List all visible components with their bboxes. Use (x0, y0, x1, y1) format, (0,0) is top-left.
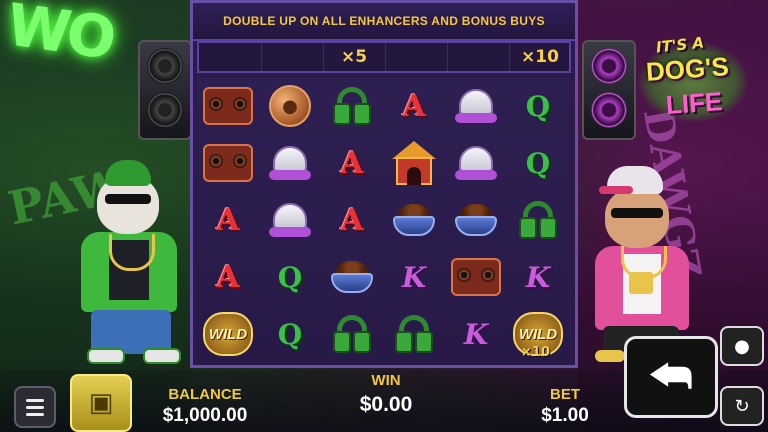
dog-bowl-symbol (327, 252, 377, 302)
multiplier-cell-reel3: ×5 (323, 43, 386, 71)
hamburger-icon (26, 398, 44, 402)
dog-bowl-symbol (451, 195, 501, 245)
coin-stack-icon: ● (734, 335, 750, 357)
logo-line2: DOG'S (645, 51, 730, 87)
headphones-symbol (389, 309, 439, 359)
multiplier-cell (261, 43, 324, 71)
letter-k-symbol: K (401, 260, 427, 294)
promo-banner-text: DOUBLE UP ON ALL ENHANCERS AND BONUS BUY… (223, 14, 545, 28)
multiplier-cell (447, 43, 510, 71)
bet-value[interactable]: $1.00 (520, 405, 610, 427)
letter-k-symbol: K (525, 260, 551, 294)
letter-k-symbol: K (463, 317, 489, 351)
letter-a-symbol: A (216, 202, 240, 238)
spin-arrow-icon: ⮪ (649, 349, 693, 403)
green-hoodie-dog-character (65, 150, 195, 365)
speaker-right (582, 40, 636, 140)
letter-a-symbol: A (340, 202, 364, 238)
wild-multiplier-badge: ×10 (521, 345, 550, 360)
doghouse-symbol (389, 138, 439, 188)
letter-q-symbol: Q (525, 89, 551, 123)
headphones-symbol (327, 309, 377, 359)
reel-grid[interactable]: A A WILD ● Q Q A A A K K Q Q K WILD ×10 (197, 77, 571, 365)
cap-symbol (265, 138, 315, 188)
autoplay-button[interactable]: ↻ (720, 386, 764, 426)
promo-banner: DOUBLE UP ON ALL ENHANCERS AND BONUS BUY… (193, 3, 575, 41)
turbo-button[interactable]: ● (720, 326, 764, 366)
boombox-symbol (451, 252, 501, 302)
win-label: WIN (371, 372, 401, 389)
multiplier-cell-reel6: ×10 (521, 47, 559, 67)
headphones-symbol (513, 195, 563, 245)
cap-symbol (265, 195, 315, 245)
dog-jaw-icon: ▣ (88, 388, 114, 418)
bet-label: BET (550, 386, 580, 403)
balance-label: BALANCE (168, 386, 242, 403)
wild-symbol: WILD (203, 309, 253, 359)
reel-frame: DOUBLE UP ON ALL ENHANCERS AND BONUS BUY… (190, 0, 578, 368)
letter-a-symbol: A (216, 259, 240, 295)
speaker-left (138, 40, 192, 140)
bonus-buy-button[interactable]: ▣ (70, 374, 132, 432)
dog-bowl-symbol (389, 195, 439, 245)
spin-button[interactable]: ⮪ (624, 336, 718, 418)
boombox-symbol (203, 81, 253, 131)
multiplier-cell (199, 43, 262, 71)
multiplier-row: ×5 ×10 (197, 41, 571, 73)
menu-button[interactable] (14, 386, 56, 428)
game-logo: IT'S A DOG'S LIFE (638, 34, 754, 132)
letter-q-symbol: Q (277, 317, 303, 351)
letter-q-symbol: Q (525, 146, 551, 180)
headphones-symbol (327, 81, 377, 131)
cap-symbol (451, 138, 501, 188)
letter-a-symbol: A (340, 145, 364, 181)
win-value: $0.00 (359, 393, 413, 416)
balance-value: $1,000.00 (162, 405, 248, 426)
logo-line3: LIFE (664, 86, 724, 120)
boombox-symbol (203, 138, 253, 188)
paw-coin-symbol: ● (265, 81, 315, 131)
letter-a-symbol: A (402, 88, 426, 124)
cap-symbol (451, 81, 501, 131)
letter-q-symbol: Q (277, 260, 303, 294)
multiplier-cell (385, 43, 448, 71)
autoplay-cycle-icon: ↻ (734, 395, 750, 417)
